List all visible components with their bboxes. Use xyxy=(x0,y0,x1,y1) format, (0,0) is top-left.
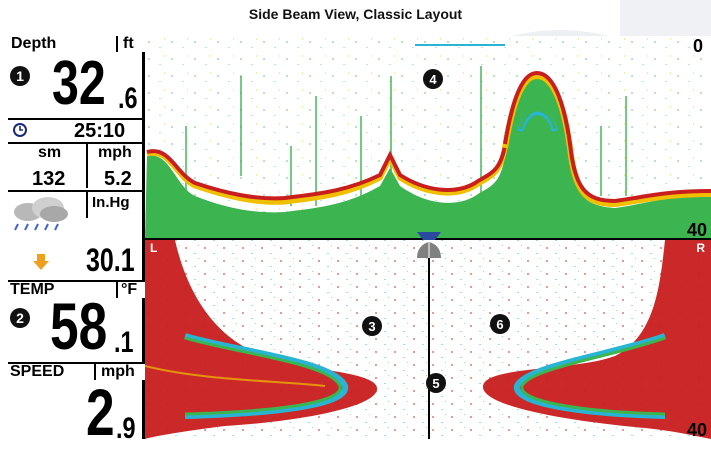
callout-5: 5 xyxy=(432,376,439,391)
time-value: 25:10 xyxy=(74,120,126,142)
clock-icon xyxy=(13,123,27,137)
speed-decimal: .9 xyxy=(116,412,136,445)
temp-value: 58 xyxy=(50,289,108,363)
digital-readout-panel: Depth ft 1 32 .6 25:10 sm mph 132 5.2 In… xyxy=(8,35,145,449)
side-beam-view: L R 40 3 6 5 xyxy=(144,240,711,440)
callout-2: 2 xyxy=(10,308,30,328)
divider xyxy=(8,190,145,192)
fishfinder-screen: Depth ft 1 32 .6 25:10 sm mph 132 5.2 In… xyxy=(8,35,711,449)
pressure-unit: In.Hg xyxy=(92,194,130,211)
depth-label: Depth xyxy=(11,35,57,52)
temp-unit: °F xyxy=(121,281,138,298)
side-range-end: 40 xyxy=(687,420,707,439)
temp-label: TEMP xyxy=(10,281,55,298)
sonar-display: 0 40 4 L R 40 3 6 5 xyxy=(144,36,711,440)
speed-label: SPEED xyxy=(10,363,65,380)
top-range-start: 0 xyxy=(693,36,703,56)
divider xyxy=(86,144,88,188)
callout-1: 1 xyxy=(10,66,30,86)
speed-unit-1: mph xyxy=(98,144,132,161)
distance-value: 132 xyxy=(32,168,66,190)
side-right-label: R xyxy=(696,241,705,255)
pressure-trend-down-arrow-icon xyxy=(33,254,49,270)
down-beam-view: 0 40 4 xyxy=(145,36,711,240)
divider xyxy=(116,36,118,52)
side-left-label: L xyxy=(150,241,157,255)
sonar-views: 0 40 4 L R 40 3 6 5 xyxy=(144,36,711,440)
divider xyxy=(86,192,88,218)
weather-rain-icon xyxy=(14,197,68,231)
divider xyxy=(116,282,118,298)
depth-value: 32 xyxy=(52,49,106,118)
center-line xyxy=(428,250,430,439)
top-range-end: 40 xyxy=(687,220,707,240)
depth-decimal: .6 xyxy=(118,82,138,115)
depth-unit: ft xyxy=(123,35,134,52)
page-title: Side Beam View, Classic Layout xyxy=(248,6,463,22)
temp-decimal: .1 xyxy=(114,326,134,359)
callout-6: 6 xyxy=(496,317,503,332)
speed-header: SPEED mph xyxy=(8,362,145,380)
distance-unit: sm xyxy=(38,144,62,161)
speed-value-1: 5.2 xyxy=(104,168,132,190)
callout-4: 4 xyxy=(429,72,437,87)
pressure-value: 30.1 xyxy=(86,242,135,278)
callout-3: 3 xyxy=(368,319,375,334)
